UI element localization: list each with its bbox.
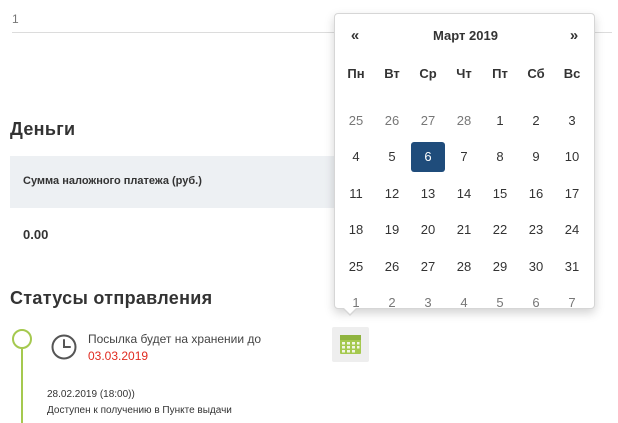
money-section-title: Деньги (10, 119, 76, 139)
day-cell-selected[interactable]: 6 (411, 141, 445, 172)
day-cell[interactable]: 25 (338, 248, 374, 285)
datepicker-header: « Март 2019 » (335, 24, 594, 48)
weekday-row: Пн Вт Ср Чт Пт Сб Вс (338, 61, 593, 87)
day-cell[interactable]: 13 (410, 175, 446, 212)
day-cell[interactable]: 5 (482, 285, 518, 322)
storage-until-date: 03.03.2019 (88, 349, 149, 363)
calendar-button[interactable] (332, 327, 369, 362)
day-cell[interactable]: 27 (410, 102, 446, 139)
day-cell[interactable]: 14 (446, 175, 482, 212)
day-grid: 25 26 27 28 1 2 3 4 5 6 7 8 9 10 11 12 13 14 15 16 17 18 19 20 2… (338, 102, 593, 321)
day-cell[interactable]: 15 (482, 175, 518, 212)
day-cell[interactable]: 28 (446, 102, 482, 139)
day-cell[interactable]: 21 (446, 212, 482, 249)
top-field-value: 1 (12, 12, 19, 26)
day-cell[interactable]: 28 (446, 248, 482, 285)
day-cell[interactable]: 24 (554, 212, 590, 249)
day-cell[interactable]: 11 (338, 175, 374, 212)
day-cell[interactable]: 30 (518, 248, 554, 285)
day-cell[interactable]: 4 (338, 139, 374, 176)
day-cell[interactable]: 12 (374, 175, 410, 212)
weekday-label: Сб (527, 66, 545, 81)
datepicker-popup: « Март 2019 » Пн Вт Ср Чт Пт Сб Вс 25 26 2… (334, 13, 595, 316)
storage-status-text: Посылка будет на хранении до (88, 332, 262, 346)
event-description: Доступен к получению в Пункте выдачи (47, 405, 232, 416)
day-cell[interactable]: 2 (518, 102, 554, 139)
weekday-label: Чт (456, 66, 472, 81)
weekday-label: Пн (347, 66, 365, 81)
day-cell[interactable]: 10 (554, 139, 590, 176)
day-cell[interactable]: 20 (410, 212, 446, 249)
weekday-label: Вс (563, 66, 581, 81)
day-cell[interactable]: 1 (338, 285, 374, 322)
day-cell[interactable]: 17 (554, 175, 590, 212)
calendar-icon (340, 335, 361, 354)
day-cell[interactable]: 23 (518, 212, 554, 249)
day-cell[interactable]: 5 (374, 139, 410, 176)
weekday-label: Ср (419, 66, 437, 81)
day-cell[interactable]: 7 (446, 139, 482, 176)
timeline-line (21, 349, 23, 423)
day-cell[interactable]: 31 (554, 248, 590, 285)
day-cell[interactable]: 26 (374, 102, 410, 139)
day-cell[interactable]: 29 (482, 248, 518, 285)
day-cell[interactable]: 27 (410, 248, 446, 285)
weekday-label: Пт (492, 66, 508, 81)
timeline-dot (12, 329, 32, 349)
day-cell[interactable]: 3 (410, 285, 446, 322)
day-cell[interactable]: 26 (374, 248, 410, 285)
prev-month-button[interactable]: « (340, 24, 370, 48)
day-cell[interactable]: 3 (554, 102, 590, 139)
day-cell[interactable]: 8 (482, 139, 518, 176)
cod-amount-column-header: Сумма наложного платежа (руб.) (23, 175, 202, 187)
day-cell[interactable]: 4 (446, 285, 482, 322)
next-month-button[interactable]: » (559, 24, 589, 48)
cod-amount-value: 0.00 (23, 227, 49, 242)
clock-icon (51, 334, 77, 360)
day-cell[interactable]: 22 (482, 212, 518, 249)
day-cell[interactable]: 1 (482, 102, 518, 139)
event-timestamp: 28.02.2019 (18:00)) (47, 389, 135, 400)
day-cell[interactable]: 6 (518, 285, 554, 322)
weekday-label: Вт (384, 66, 400, 81)
statuses-section-title: Статусы отправления (10, 288, 213, 308)
month-title[interactable]: Март 2019 (395, 24, 536, 48)
day-cell[interactable]: 9 (518, 139, 554, 176)
day-cell[interactable]: 7 (554, 285, 590, 322)
day-cell[interactable]: 25 (338, 102, 374, 139)
day-cell[interactable]: 18 (338, 212, 374, 249)
day-cell[interactable]: 16 (518, 175, 554, 212)
money-table-header: Сумма наложного платежа (руб.) (10, 156, 340, 208)
day-cell[interactable]: 2 (374, 285, 410, 322)
day-cell[interactable]: 19 (374, 212, 410, 249)
